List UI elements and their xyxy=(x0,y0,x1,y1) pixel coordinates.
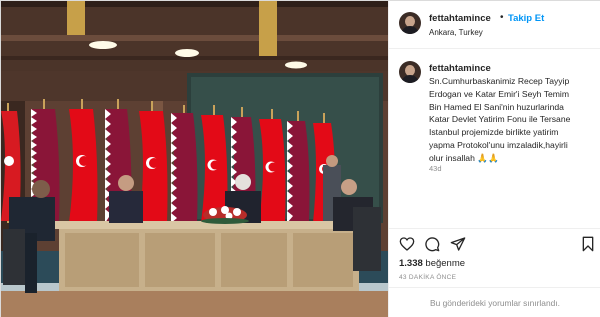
caption-avatar[interactable] xyxy=(399,61,421,83)
likes-word: beğenme xyxy=(425,258,466,269)
likes-number: 1.338 xyxy=(399,258,423,269)
comments-disabled-notice: Bu gönderideki yorumlar sınırlandı. xyxy=(389,287,600,317)
instagram-post: fettahtamince • Takip Et Ankara, Turkey … xyxy=(0,0,600,317)
signing-ceremony-image xyxy=(1,1,388,317)
action-bar: 1.338 beğenme 43 DAKİKA ÖNCE Bu gönderid… xyxy=(389,228,600,317)
caption-age: 43d xyxy=(429,164,442,173)
username-link[interactable]: fettahtamince xyxy=(429,13,491,24)
heart-icon[interactable] xyxy=(399,236,415,252)
likes-count[interactable]: 1.338 beğenme xyxy=(399,258,465,269)
post-sidebar: fettahtamince • Takip Et Ankara, Turkey … xyxy=(388,1,600,317)
post-timestamp[interactable]: 43 DAKİKA ÖNCE xyxy=(399,274,456,281)
comments-disabled-text: Bu gönderideki yorumlar sınırlandı. xyxy=(430,298,560,308)
comment-icon[interactable] xyxy=(424,236,440,252)
post-photo[interactable] xyxy=(1,1,388,317)
post-header: fettahtamince • Takip Et Ankara, Turkey xyxy=(389,1,600,49)
bookmark-icon[interactable] xyxy=(580,236,596,252)
share-icon[interactable] xyxy=(450,236,466,252)
caption-text: Sn.Cumhurbaskanimiz Recep Tayyip Erdogan… xyxy=(429,76,571,163)
separator-dot: • xyxy=(500,12,504,23)
caption-block: fettahtamince Sn.Cumhurbaskanimiz Recep … xyxy=(389,49,600,228)
caption-username[interactable]: fettahtamince xyxy=(429,63,491,74)
follow-button[interactable]: Takip Et xyxy=(508,13,544,24)
avatar[interactable] xyxy=(399,12,421,34)
location-link[interactable]: Ankara, Turkey xyxy=(429,28,483,37)
